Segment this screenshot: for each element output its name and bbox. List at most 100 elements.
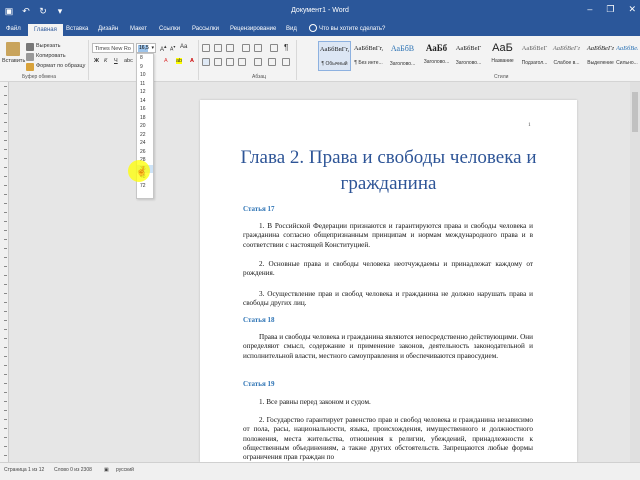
ruler-tick	[4, 383, 7, 384]
font-size-option[interactable]: 72	[137, 182, 153, 191]
vertical-scrollbar[interactable]	[630, 82, 640, 462]
ruler-tick	[4, 176, 7, 177]
borders-icon[interactable]	[282, 58, 290, 66]
highlight-icon[interactable]: ab	[176, 58, 183, 64]
align-right-icon[interactable]	[226, 58, 234, 66]
font-size-option[interactable]: 22	[137, 131, 153, 140]
justify-icon[interactable]	[238, 58, 246, 66]
tab-layout[interactable]: Макет	[130, 26, 147, 32]
style-normal[interactable]: АаБбВвГг, ¶ Обычный	[318, 41, 351, 71]
font-size-option[interactable]: 11	[137, 80, 153, 89]
cut-icon[interactable]	[26, 43, 34, 51]
increase-indent-icon[interactable]	[254, 44, 262, 52]
font-size-option[interactable]: 16	[137, 105, 153, 114]
copy-icon[interactable]	[26, 53, 34, 61]
cut-button[interactable]: Вырезать	[36, 43, 60, 49]
paragraph[interactable]: 1. Все равны перед законом и судом.	[243, 398, 533, 407]
article-heading[interactable]: Статья 17	[243, 205, 274, 213]
style-sample: АаБбВеГг	[616, 45, 638, 52]
style-title[interactable]: АаБ Название	[486, 41, 519, 71]
font-size-option[interactable]: 14	[137, 97, 153, 106]
align-center-icon[interactable]	[214, 58, 222, 66]
font-size-option[interactable]: 18	[137, 114, 153, 123]
tab-review[interactable]: Рецензирование	[230, 26, 276, 32]
font-size-option[interactable]: 8	[137, 54, 153, 63]
page-count-status[interactable]: Страница 1 из 12	[4, 467, 44, 473]
document-page[interactable]: 1 Глава 2. Права и свободы человека и гр…	[200, 100, 577, 462]
format-painter-icon[interactable]	[26, 63, 34, 71]
style-emphasis[interactable]: АаБбВеГг Выделение	[584, 41, 617, 71]
font-size-value[interactable]: 16,5	[138, 45, 149, 52]
paragraph[interactable]: 2. Основные права и свободы человека нео…	[243, 260, 533, 279]
style-subtitle[interactable]: АаБбВеГ Подзагол...	[518, 41, 551, 71]
minimize-icon[interactable]: –	[587, 5, 592, 14]
style-no-spacing[interactable]: АаБбВвГг, ¶ Без инте...	[352, 41, 385, 71]
font-size-combo[interactable]: 16,5 ▾	[136, 43, 156, 53]
multilevel-list-icon[interactable]	[226, 44, 234, 52]
tab-home[interactable]: Главная	[28, 24, 63, 36]
style-heading-1[interactable]: АаБбВ Заголово...	[386, 41, 419, 71]
font-size-option[interactable]: 24	[137, 139, 153, 148]
word-count-status[interactable]: Слово 0 из 2308	[54, 467, 92, 473]
ribbon-separator	[198, 40, 199, 80]
font-size-option[interactable]: 20	[137, 122, 153, 131]
font-size-option[interactable]: 9	[137, 63, 153, 72]
ruler-tick	[4, 347, 7, 348]
style-heading-2[interactable]: АаБб Заголово...	[420, 41, 453, 71]
shading-icon[interactable]	[268, 58, 276, 66]
title-bar: ▣ ↶ ↻ ▾ Документ1 - Word – ❐ ✕	[0, 0, 640, 22]
language-status[interactable]: русский	[116, 467, 134, 473]
align-left-icon[interactable]	[202, 58, 210, 66]
font-size-option[interactable]: 10	[137, 71, 153, 80]
article-heading[interactable]: Статья 18	[243, 316, 274, 324]
ruler-tick	[4, 185, 7, 186]
ruler-tick	[4, 446, 7, 447]
decrease-indent-icon[interactable]	[242, 44, 250, 52]
format-painter-button[interactable]: Формат по образцу	[36, 63, 85, 69]
restore-icon[interactable]: ❐	[606, 5, 614, 14]
line-spacing-icon[interactable]	[254, 58, 262, 66]
italic-icon[interactable]: К	[104, 58, 107, 64]
copy-button[interactable]: Копировать	[36, 53, 66, 59]
paste-button[interactable]: Вставить	[2, 58, 25, 64]
underline-icon[interactable]: Ч	[114, 58, 118, 64]
proofing-icon[interactable]: ▣	[104, 467, 109, 473]
grow-font-icon[interactable]: A▴	[160, 44, 167, 53]
tab-design[interactable]: Дизайн	[98, 26, 118, 32]
tab-file[interactable]: Файл	[6, 26, 21, 32]
scrollbar-thumb[interactable]	[632, 92, 638, 132]
paragraph[interactable]: 2. Государство гарантирует равенство пра…	[243, 416, 533, 462]
document-heading[interactable]: Глава 2. Права и свободы человека и граж…	[200, 145, 577, 197]
tab-insert[interactable]: Вставка	[66, 26, 88, 32]
chevron-down-icon[interactable]: ▾	[151, 45, 154, 51]
tell-me-box[interactable]: Что вы хотите сделать?	[319, 26, 385, 32]
ruler-tick	[4, 455, 7, 456]
style-intense-emphasis[interactable]: АаБбВеГг Сильно...	[616, 41, 638, 71]
font-size-option[interactable]: 12	[137, 88, 153, 97]
paragraph[interactable]: 3. Осуществление прав и свобод человека …	[243, 290, 533, 309]
shrink-font-icon[interactable]: A▾	[170, 44, 175, 53]
close-icon[interactable]: ✕	[628, 5, 636, 14]
strikethrough-icon[interactable]: abc	[124, 58, 133, 64]
sort-icon[interactable]	[270, 44, 278, 52]
text-effects-icon[interactable]: A	[164, 58, 168, 64]
style-heading-3[interactable]: АаБбВеГ Заголово...	[452, 41, 485, 71]
article-heading[interactable]: Статья 19	[243, 380, 274, 388]
paragraph[interactable]: 1. В Российской Федерации признаются и г…	[243, 222, 533, 250]
page-number: 1	[528, 122, 531, 128]
font-name-combo[interactable]: Times New Ro	[92, 43, 134, 53]
bold-icon[interactable]: Ж	[94, 58, 99, 64]
tab-mailings[interactable]: Рассылки	[192, 26, 219, 32]
paragraph[interactable]: Права и свободы человека и гражданина яв…	[243, 333, 533, 361]
show-marks-icon[interactable]: ¶	[284, 43, 288, 52]
tab-references[interactable]: Ссылки	[159, 26, 180, 32]
font-color-icon[interactable]: A	[190, 58, 194, 64]
paste-icon[interactable]	[6, 42, 20, 56]
change-case-icon[interactable]: Aa	[180, 44, 187, 50]
bullets-icon[interactable]	[202, 44, 210, 52]
numbering-icon[interactable]	[214, 44, 222, 52]
tab-view[interactable]: Вид	[286, 26, 297, 32]
font-size-option[interactable]: 26	[137, 148, 153, 157]
style-subtle-emphasis[interactable]: АаБбВеГг Слабое в...	[550, 41, 583, 71]
ruler-tick	[4, 248, 7, 249]
